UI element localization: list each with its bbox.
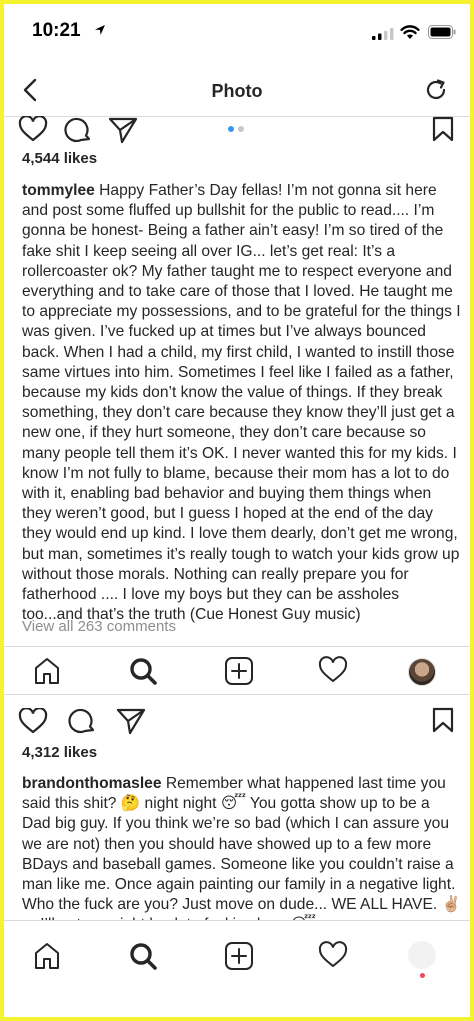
carousel-dot bbox=[238, 126, 244, 132]
post2-action-row bbox=[4, 704, 470, 744]
bookmark-icon[interactable] bbox=[432, 116, 454, 142]
comment-bubble-icon[interactable] bbox=[64, 116, 92, 144]
app-frame: 10:21 Photo 4,544 likes tommylee Happy F… bbox=[4, 4, 470, 1017]
post1-caption: tommylee Happy Father’s Day fellas! I’m … bbox=[22, 181, 462, 625]
heart-icon[interactable] bbox=[318, 941, 348, 969]
page-title: Photo bbox=[211, 81, 263, 101]
tab-bar-upper bbox=[4, 646, 470, 697]
post1-view-comments-link[interactable]: View all 263 comments bbox=[22, 618, 176, 635]
carousel-dots bbox=[226, 119, 246, 137]
post2-caption-text: Remember what happened last time you sai… bbox=[22, 775, 461, 933]
post2-caption: brandonthomaslee Remember what happened … bbox=[22, 774, 462, 936]
wifi-icon bbox=[400, 25, 420, 39]
post2-likes-count[interactable]: 4,312 likes bbox=[22, 744, 97, 761]
refresh-icon[interactable] bbox=[424, 78, 448, 102]
status-bar: 10:21 bbox=[4, 4, 470, 60]
plus-square-icon[interactable] bbox=[224, 656, 254, 686]
heart-icon[interactable] bbox=[18, 116, 48, 142]
post1-action-row bbox=[4, 112, 470, 152]
search-icon[interactable] bbox=[128, 656, 158, 686]
paper-plane-icon[interactable] bbox=[116, 707, 146, 735]
battery-icon bbox=[428, 25, 456, 39]
search-icon[interactable] bbox=[128, 941, 158, 971]
notification-dot bbox=[420, 973, 425, 978]
post1-likes-count[interactable]: 4,544 likes bbox=[22, 150, 97, 167]
post1-username[interactable]: tommylee bbox=[22, 182, 95, 199]
paper-plane-icon[interactable] bbox=[108, 116, 138, 144]
plus-square-icon[interactable] bbox=[224, 941, 254, 971]
carousel-dot-active bbox=[228, 126, 234, 132]
cellular-signal-icon bbox=[372, 28, 394, 40]
avatar[interactable] bbox=[408, 941, 436, 969]
tab-bar-lower bbox=[4, 920, 470, 1017]
bookmark-icon[interactable] bbox=[432, 707, 454, 733]
divider bbox=[4, 694, 470, 695]
location-arrow-icon bbox=[95, 25, 105, 35]
home-icon[interactable] bbox=[32, 656, 62, 686]
home-icon[interactable] bbox=[32, 941, 62, 971]
comment-bubble-icon[interactable] bbox=[68, 707, 96, 735]
status-time: 10:21 bbox=[32, 20, 81, 41]
heart-icon[interactable] bbox=[18, 708, 48, 734]
avatar[interactable] bbox=[408, 658, 436, 686]
post2-username[interactable]: brandonthomaslee bbox=[22, 775, 162, 792]
nav-bar: Photo bbox=[4, 64, 470, 117]
heart-icon[interactable] bbox=[318, 656, 348, 684]
post1-caption-text: Happy Father’s Day fellas! I’m not gonna… bbox=[22, 182, 461, 624]
